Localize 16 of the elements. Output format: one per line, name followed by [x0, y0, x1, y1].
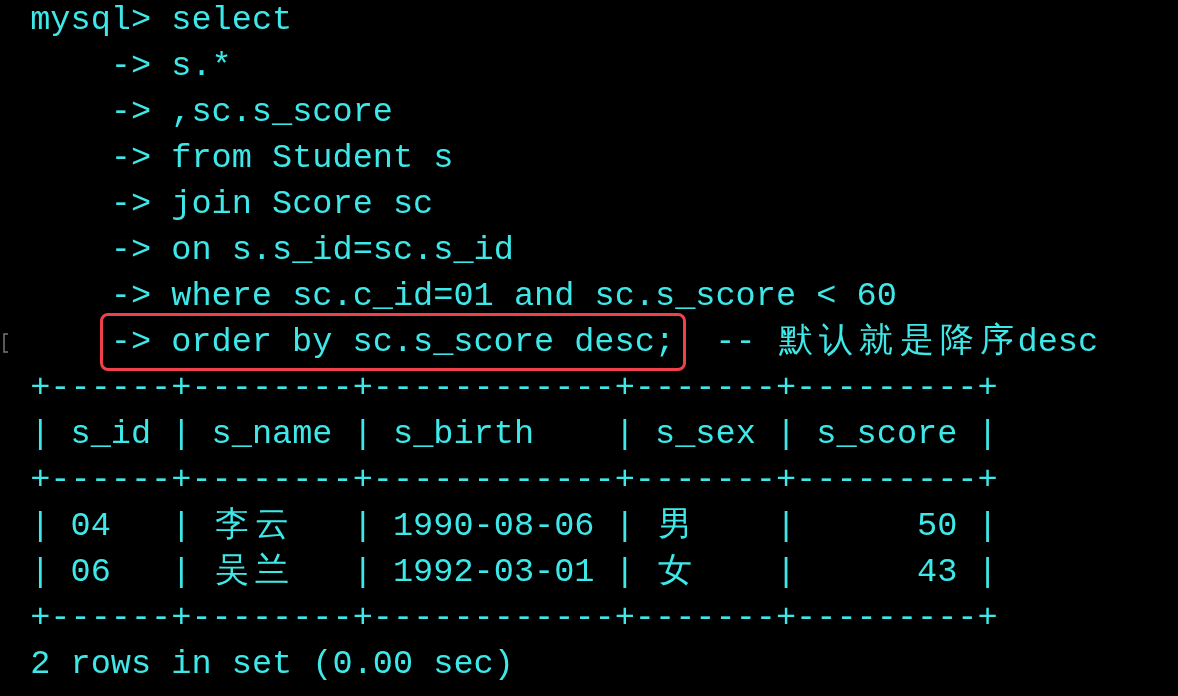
query-line: -> join Score sc	[110, 185, 434, 223]
query-line: -> from Student s	[110, 139, 454, 177]
table-line: +------+--------+------------+-------+---------+	[30, 369, 998, 407]
table-line: +------+--------+------------+-------+---------+	[30, 599, 998, 637]
query-line: -> on s.s_id=sc.s_id	[110, 231, 514, 269]
query-line: -> s.*	[110, 47, 232, 85]
prompt-line: mysql> select	[30, 1, 293, 39]
sql-command: -> order by sc.s_score desc;	[99, 313, 686, 371]
table-line: | s_id | s_name | s_birth | s_sex | s_score |	[30, 415, 998, 453]
result-line: 2 rows in set (0.00 sec)	[30, 645, 514, 683]
query-line: -> ,sc.s_score	[110, 93, 393, 131]
sql-comment: -- 默认就是降序desc	[715, 323, 1099, 361]
table-line: | 06 | 吴兰 | 1992-03-01 | 女 | 43 |	[30, 553, 998, 591]
query-line: -> where sc.c_id=01 and sc.s_score < 60	[110, 277, 897, 315]
table-line: +------+--------+------------+-------+---------+	[30, 461, 998, 499]
table-line: | 04 | 李云 | 1990-08-06 | 男 | 50 |	[30, 507, 998, 545]
